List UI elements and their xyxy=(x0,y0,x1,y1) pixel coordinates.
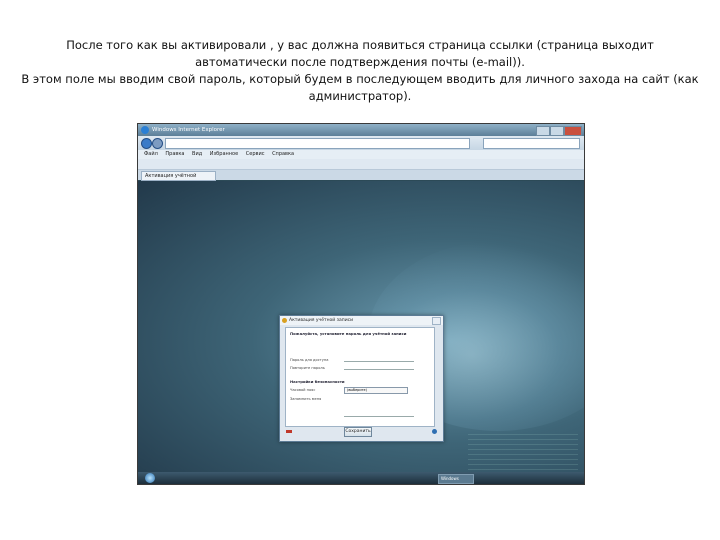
timezone-select[interactable]: (выберите) xyxy=(344,387,408,394)
menu-item-view[interactable]: Вид xyxy=(192,151,202,157)
menu-bar: Файл Правка Вид Избранное Сервис Справка xyxy=(138,150,584,159)
dialog-header: Активация учётной записи xyxy=(280,316,443,325)
window-titlebar: Windows Internet Explorer xyxy=(138,124,584,136)
back-icon[interactable] xyxy=(141,138,152,149)
embedded-browser-screenshot: Windows Internet Explorer Файл Правка Ви… xyxy=(137,123,585,485)
menu-item-favorites[interactable]: Избранное xyxy=(210,151,238,157)
caption-paragraph-1: После того как вы активировали , у вас д… xyxy=(66,38,654,69)
favorites-bar xyxy=(138,159,584,170)
password-label: Пароль для доступа xyxy=(290,358,329,362)
activation-dialog: Активация учётной записи Пожалуйста, уст… xyxy=(279,315,444,442)
menu-item-file[interactable]: Файл xyxy=(144,151,158,157)
dialog-title: Активация учётной записи xyxy=(289,318,354,323)
menu-item-edit[interactable]: Правка xyxy=(165,151,184,157)
section-settings-title: Настройки безопасности xyxy=(290,379,345,384)
caption-paragraph-2: В этом поле мы вводим свой пароль, котор… xyxy=(21,72,699,103)
key-icon xyxy=(282,318,287,323)
taskbar-item[interactable]: Windows xyxy=(438,474,474,484)
remember-label: Запомнить меня xyxy=(290,397,322,401)
error-indicator xyxy=(286,430,292,433)
tab-activation[interactable]: Активация учётной записи xyxy=(141,171,216,187)
maximize-icon[interactable] xyxy=(550,126,564,136)
confirm-password-field[interactable] xyxy=(344,365,414,370)
dialog-body: Пожалуйста, установите пароль для учётно… xyxy=(285,327,435,427)
minimize-icon[interactable] xyxy=(536,126,550,136)
address-bar xyxy=(138,136,584,150)
url-field[interactable] xyxy=(165,138,470,149)
extra-field[interactable] xyxy=(344,412,414,417)
start-button-icon[interactable] xyxy=(145,473,155,483)
taskbar: Windows xyxy=(138,472,584,484)
window-title: Windows Internet Explorer xyxy=(152,127,225,133)
timezone-label: Часовой пояс xyxy=(290,388,316,392)
password-field[interactable] xyxy=(344,357,414,362)
dialog-close-icon[interactable] xyxy=(432,317,441,325)
help-icon[interactable] xyxy=(432,429,437,434)
slide-caption: После того как вы активировали , у вас д… xyxy=(20,37,700,105)
search-input[interactable] xyxy=(483,138,580,149)
tab-bar: Активация учётной записи xyxy=(138,170,584,187)
confirm-password-label: Повторите пароль xyxy=(290,366,325,370)
menu-item-tools[interactable]: Сервис xyxy=(246,151,265,157)
forward-icon[interactable] xyxy=(152,138,163,149)
section-password-title: Пожалуйста, установите пароль для учётно… xyxy=(290,331,407,336)
save-button[interactable]: Сохранить xyxy=(344,427,372,437)
page-background: Активация учётной записи Пожалуйста, уст… xyxy=(138,181,584,475)
ie-logo-icon xyxy=(141,126,149,134)
background-graph xyxy=(468,431,578,475)
close-icon[interactable] xyxy=(564,126,582,136)
menu-item-help[interactable]: Справка xyxy=(272,151,294,157)
